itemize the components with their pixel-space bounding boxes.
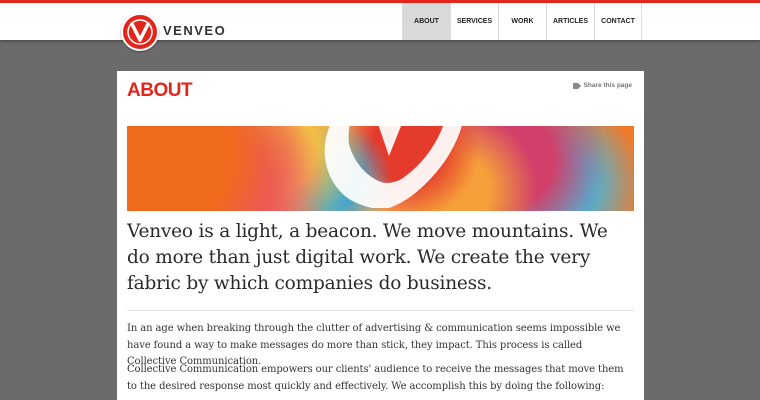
venveo-logo-icon[interactable] [121, 13, 159, 51]
share-label: Share this page [583, 82, 632, 89]
top-header: VENVEO ABOUT SERVICES WORK ARTICLES CONT… [0, 0, 760, 51]
content-divider [127, 310, 634, 311]
nav-item-services[interactable]: SERVICES [450, 3, 498, 40]
content-panel: ABOUT Share this page Venveo is a light,… [117, 71, 644, 400]
nav-item-articles[interactable]: ARTICLES [546, 3, 594, 40]
nav-item-contact[interactable]: CONTACT [594, 3, 642, 40]
body-paragraph: Collective Communication empowers our cl… [127, 364, 624, 392]
share-icon [572, 82, 581, 89]
nav-item-about[interactable]: ABOUT [402, 3, 450, 40]
page-title: ABOUT [127, 80, 193, 101]
share-button[interactable]: Share this page [572, 82, 632, 89]
main-nav: ABOUT SERVICES WORK ARTICLES CONTACT [402, 3, 642, 40]
brand-name[interactable]: VENVEO [163, 23, 226, 38]
hero-banner-image [127, 126, 634, 211]
nav-item-work[interactable]: WORK [498, 3, 546, 40]
lead-statement: Venveo is a light, a beacon. We move mou… [127, 221, 608, 294]
